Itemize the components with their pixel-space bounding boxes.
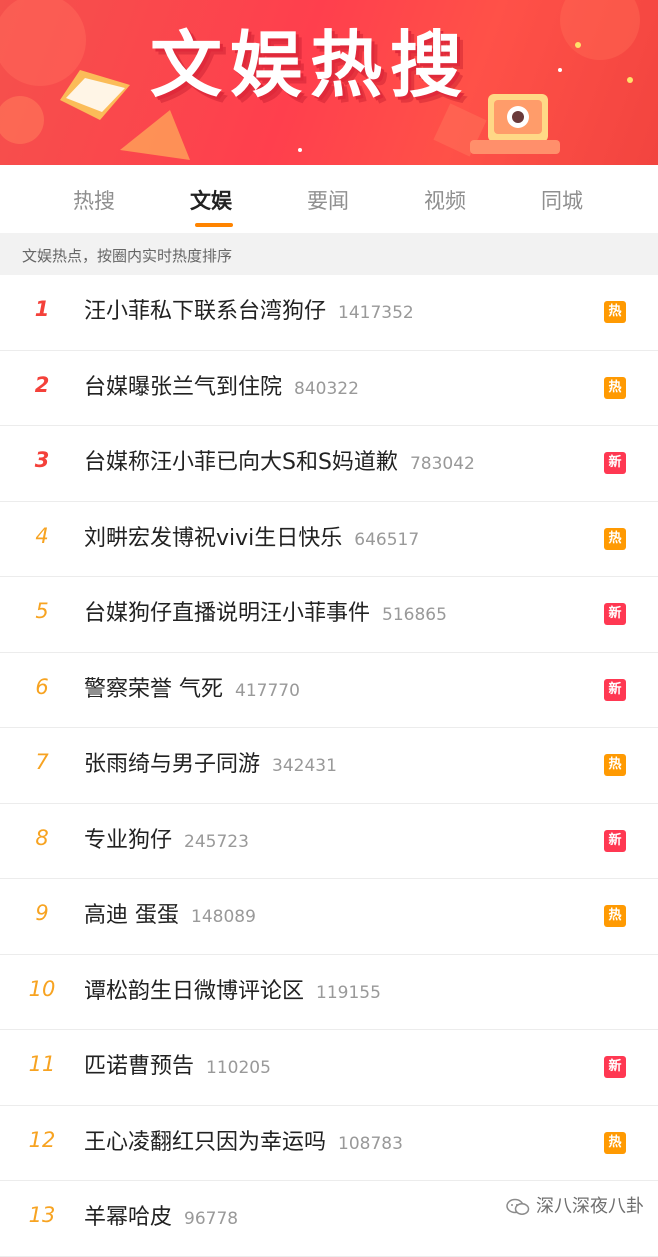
hot-badge: 热 bbox=[604, 376, 626, 399]
tab-video[interactable]: 视频 bbox=[424, 185, 466, 215]
rank-number: 4 bbox=[35, 523, 49, 548]
item-text: 羊幂哈皮 96778 bbox=[84, 1199, 238, 1231]
heat-count: 148089 bbox=[191, 907, 256, 927]
topic-title[interactable]: 匹诺曹预告 bbox=[84, 1054, 194, 1079]
topic-title[interactable]: 羊幂哈皮 bbox=[84, 1205, 172, 1230]
rank-number: 10 bbox=[28, 976, 56, 1001]
item-text: 张雨绮与男子同游 342431 bbox=[84, 746, 337, 778]
topic-title[interactable]: 王心凌翻红只因为幸运吗 bbox=[84, 1130, 326, 1155]
item-text: 谭松韵生日微博评论区 119155 bbox=[84, 973, 381, 1005]
rank-number: 9 bbox=[35, 901, 49, 925]
list-item[interactable]: 12 王心凌翻红只因为幸运吗 108783 热 bbox=[0, 1105, 658, 1181]
heat-count: 342431 bbox=[272, 756, 337, 776]
list-item[interactable]: 11 匹诺曹预告 110205 新 bbox=[0, 1030, 658, 1106]
heat-count: 840322 bbox=[294, 378, 359, 399]
item-text: 匹诺曹预告 110205 bbox=[84, 1048, 271, 1080]
rank-number: 12 bbox=[28, 1127, 56, 1152]
item-text: 王心凌翻红只因为幸运吗 108783 bbox=[84, 1124, 403, 1156]
heat-count: 1417352 bbox=[338, 303, 414, 323]
active-tab-indicator bbox=[195, 223, 233, 227]
trending-list: 1 汪小菲私下联系台湾狗仔 1417352 热 2 台媒曝张兰气到住院 840322 热 3 台媒… bbox=[0, 275, 658, 1257]
hot-badge: 热 bbox=[604, 1131, 626, 1154]
rank-number: 8 bbox=[35, 825, 49, 850]
list-description: 文娱热点，按圈内实时热度排序 bbox=[22, 247, 233, 265]
item-text: 台媒称汪小菲已向大S和S妈道歉 783042 bbox=[84, 444, 475, 476]
heat-count: 417770 bbox=[235, 680, 300, 701]
item-text: 警察荣誉 气死 417770 bbox=[84, 671, 300, 703]
rank-number: 1 bbox=[34, 297, 50, 321]
list-item[interactable]: 3 台媒称汪小菲已向大S和S妈道歉 783042 新 bbox=[0, 426, 658, 502]
watermark-text: 深八深夜八卦 bbox=[536, 1196, 644, 1217]
rank-number: 5 bbox=[35, 599, 49, 623]
rank-number: 11 bbox=[28, 1052, 56, 1076]
rank-number: 6 bbox=[35, 674, 49, 699]
heat-count: 516865 bbox=[382, 605, 447, 625]
hot-badge: 热 bbox=[604, 905, 626, 927]
heat-count: 108783 bbox=[338, 1133, 403, 1154]
list-item[interactable]: 10 谭松韵生日微博评论区 119155 bbox=[0, 954, 658, 1030]
topic-title[interactable]: 台媒曝张兰气到住院 bbox=[84, 375, 282, 400]
topic-title[interactable]: 谭松韵生日微博评论区 bbox=[84, 979, 304, 1004]
topic-title[interactable]: 刘畊宏发博祝vivi生日快乐 bbox=[84, 526, 342, 551]
topic-title[interactable]: 汪小菲私下联系台湾狗仔 bbox=[84, 299, 326, 324]
item-text: 台媒狗仔直播说明汪小菲事件 516865 bbox=[84, 595, 447, 627]
list-item[interactable]: 5 台媒狗仔直播说明汪小菲事件 516865 新 bbox=[0, 577, 658, 653]
tab-bar: 热搜 文娱 要闻 视频 同城 bbox=[0, 165, 658, 233]
new-badge: 新 bbox=[604, 1056, 626, 1078]
heat-count: 110205 bbox=[206, 1058, 271, 1078]
item-text: 台媒曝张兰气到住院 840322 bbox=[84, 369, 359, 401]
watermark: 深八深夜八卦 bbox=[506, 1192, 644, 1218]
subtitle-bar: 文娱热点，按圈内实时热度排序 bbox=[0, 233, 658, 275]
item-text: 汪小菲私下联系台湾狗仔 1417352 bbox=[84, 293, 414, 325]
banner: 文娱热搜 bbox=[0, 0, 658, 165]
list-item[interactable]: 4 刘畊宏发博祝vivi生日快乐 646517 热 bbox=[0, 501, 658, 577]
topic-title[interactable]: 台媒称汪小菲已向大S和S妈道歉 bbox=[84, 450, 398, 475]
topic-title[interactable]: 警察荣誉 气死 bbox=[84, 677, 223, 702]
new-badge: 新 bbox=[604, 603, 626, 625]
tab-hot-search[interactable]: 热搜 bbox=[73, 185, 115, 215]
hot-badge: 热 bbox=[604, 301, 626, 323]
topic-title[interactable]: 高迪 蛋蛋 bbox=[84, 903, 179, 928]
tab-local[interactable]: 同城 bbox=[541, 185, 583, 215]
hot-badge: 热 bbox=[604, 754, 626, 776]
list-item[interactable]: 2 台媒曝张兰气到住院 840322 热 bbox=[0, 350, 658, 426]
new-badge: 新 bbox=[604, 678, 626, 701]
list-item[interactable]: 9 高迪 蛋蛋 148089 热 bbox=[0, 879, 658, 955]
heat-count: 245723 bbox=[184, 831, 249, 852]
item-text: 刘畊宏发博祝vivi生日快乐 646517 bbox=[84, 520, 419, 552]
tab-entertainment[interactable]: 文娱 bbox=[190, 185, 232, 215]
topic-title[interactable]: 台媒狗仔直播说明汪小菲事件 bbox=[84, 601, 370, 626]
wechat-icon bbox=[506, 1198, 530, 1215]
rank-number: 2 bbox=[34, 372, 50, 397]
topic-title[interactable]: 张雨绮与男子同游 bbox=[84, 752, 260, 777]
heat-count: 119155 bbox=[316, 982, 381, 1003]
hot-badge: 热 bbox=[604, 527, 626, 550]
list-item[interactable]: 1 汪小菲私下联系台湾狗仔 1417352 热 bbox=[0, 275, 658, 351]
list-item[interactable]: 7 张雨绮与男子同游 342431 热 bbox=[0, 728, 658, 804]
list-item[interactable]: 8 专业狗仔 245723 新 bbox=[0, 803, 658, 879]
rank-number: 7 bbox=[35, 750, 49, 774]
rank-number: 3 bbox=[34, 448, 50, 472]
banner-title: 文娱热搜 bbox=[150, 23, 471, 107]
tab-news[interactable]: 要闻 bbox=[307, 185, 349, 215]
item-text: 高迪 蛋蛋 148089 bbox=[84, 897, 256, 929]
rank-number: 13 bbox=[28, 1203, 56, 1227]
item-text: 专业狗仔 245723 bbox=[84, 822, 249, 854]
new-badge: 新 bbox=[604, 452, 626, 474]
heat-count: 96778 bbox=[184, 1209, 239, 1229]
heat-count: 783042 bbox=[409, 454, 475, 474]
new-badge: 新 bbox=[604, 829, 626, 852]
topic-title[interactable]: 专业狗仔 bbox=[84, 828, 172, 853]
heat-count: 646517 bbox=[354, 529, 420, 550]
list-item[interactable]: 6 警察荣誉 气死 417770 新 bbox=[0, 652, 658, 728]
